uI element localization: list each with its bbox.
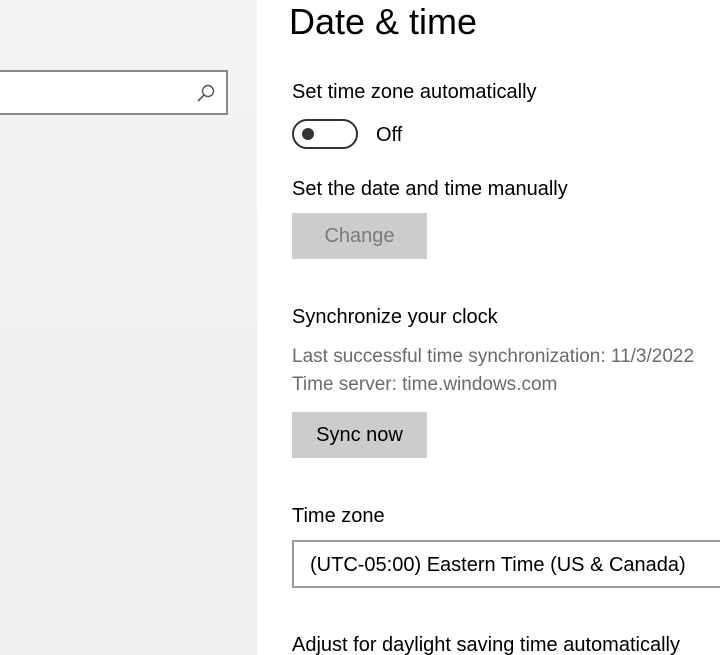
time-server-text: Time server: time.windows.com [292, 374, 558, 395]
navigation-pane [0, 0, 257, 655]
toggle-knob [302, 128, 314, 140]
sync-heading: Synchronize your clock [292, 306, 498, 328]
sync-now-button[interactable]: Sync now [292, 412, 427, 458]
last-sync-text: Last successful time synchronization: 11… [292, 346, 695, 367]
time-zone-dropdown[interactable]: (UTC-05:00) Eastern Time (US & Canada) [292, 540, 720, 588]
settings-content: Date & time Set time zone automatically … [257, 0, 720, 655]
time-zone-selected: (UTC-05:00) Eastern Time (US & Canada) [310, 554, 686, 576]
change-button[interactable]: Change [292, 213, 427, 259]
toggle-state-label: Off [376, 124, 403, 146]
auto-timezone-toggle[interactable] [292, 119, 358, 149]
daylight-saving-label: Adjust for daylight saving time automati… [292, 634, 680, 655]
auto-timezone-label: Set time zone automatically [292, 81, 537, 103]
manual-datetime-label: Set the date and time manually [292, 178, 568, 200]
page-title: Date & time [289, 1, 478, 42]
search-input[interactable] [0, 70, 228, 115]
search-icon [197, 84, 215, 102]
time-zone-label: Time zone [292, 505, 385, 527]
